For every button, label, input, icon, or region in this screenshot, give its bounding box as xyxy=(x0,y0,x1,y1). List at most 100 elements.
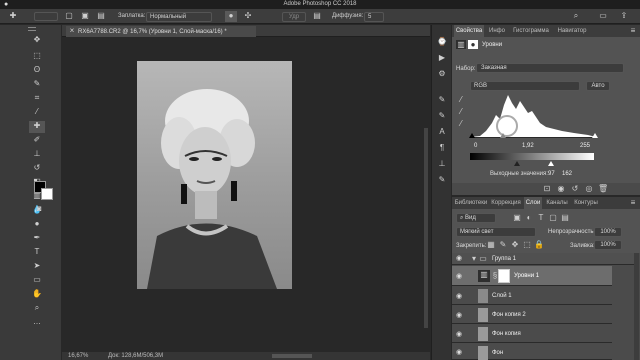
move-tool-icon[interactable]: ✥ xyxy=(29,35,45,47)
layer-row-bg[interactable]: ◉ Фон xyxy=(452,344,612,360)
chevron-down-icon[interactable]: ▾ xyxy=(470,254,478,264)
share-icon[interactable]: ⇪ xyxy=(618,11,630,21)
layers-scrollbar[interactable] xyxy=(634,253,639,360)
tab-histogram[interactable]: Гистограмма xyxy=(510,25,552,37)
black-point-eyedropper-icon[interactable]: ⁄ xyxy=(456,95,466,105)
history-brush-icon[interactable]: ↺ xyxy=(29,163,45,175)
lock-transparent-icon[interactable]: ▦ xyxy=(486,240,496,250)
history-icon[interactable]: ⌚ xyxy=(436,37,448,47)
auto-button[interactable]: Авто xyxy=(586,81,610,91)
adjustments-icon[interactable]: ⚙ xyxy=(436,69,448,79)
eye-icon[interactable]: ◉ xyxy=(456,348,462,356)
eye-icon[interactable]: ◉ xyxy=(456,254,462,262)
layer-mask-thumbnail[interactable] xyxy=(498,269,510,283)
canvas-area[interactable] xyxy=(62,38,430,352)
layer-kind-filter[interactable]: ⌕ Вид xyxy=(456,213,496,223)
input-white-slider[interactable] xyxy=(592,133,598,138)
fill-input[interactable]: 100% xyxy=(594,240,622,250)
clip-to-layer-icon[interactable]: ⊡ xyxy=(542,184,552,194)
pen-tool-icon[interactable]: ✒ xyxy=(29,233,45,245)
paragraph-icon[interactable]: ¶ xyxy=(436,143,448,153)
pattern-icon[interactable]: ✣ xyxy=(242,11,254,22)
healing-brush-icon[interactable]: ✚ xyxy=(29,121,45,133)
layers-menu-icon[interactable]: ≡ xyxy=(628,198,638,208)
zoom-level[interactable]: 16,67% xyxy=(68,352,88,360)
output-white-value[interactable]: 162 xyxy=(562,170,572,178)
tab-paths[interactable]: Контуры xyxy=(572,197,600,209)
crop-tool-icon[interactable]: ⌗ xyxy=(29,93,45,105)
panel-menu-icon[interactable]: ≡ xyxy=(628,26,638,36)
source-button[interactable]: Удр xyxy=(282,12,306,22)
white-point-eyedropper-icon[interactable]: ⁄ xyxy=(456,119,466,129)
type-tool-icon[interactable]: T xyxy=(29,247,45,259)
hand-tool-icon[interactable]: ✋ xyxy=(29,289,45,301)
input-slider-track[interactable] xyxy=(470,137,594,138)
subtract-selection-icon[interactable]: ▤ xyxy=(96,11,106,21)
layer-row-layer1[interactable]: ◉ Слой 1 xyxy=(452,287,612,305)
view-previous-icon[interactable]: ◉ xyxy=(556,184,566,194)
healing-brush-icon[interactable]: ✚ xyxy=(6,11,20,21)
canvas-scrollbar[interactable] xyxy=(424,128,428,328)
search-icon[interactable]: ⌕ xyxy=(570,11,582,21)
tab-channels[interactable]: Каналы xyxy=(544,197,570,209)
tool-presets-icon[interactable]: ✎ xyxy=(436,175,448,185)
filter-smart-icon[interactable]: ▤ xyxy=(560,213,570,223)
filter-pixel-icon[interactable]: ▣ xyxy=(512,213,522,223)
levels-histogram[interactable] xyxy=(470,93,596,137)
eye-icon[interactable]: ◉ xyxy=(456,272,462,280)
marquee-tool-icon[interactable]: ⬚ xyxy=(29,51,45,63)
eyedropper-tool-icon[interactable]: ⁄ xyxy=(29,107,45,119)
tab-info[interactable]: Инфо xyxy=(486,25,508,37)
output-black-slider[interactable] xyxy=(514,161,520,166)
input-white-value[interactable]: 255 xyxy=(580,142,590,150)
dodge-tool-icon[interactable]: ● xyxy=(29,219,45,231)
transparent-icon[interactable]: ▤ xyxy=(312,11,322,21)
layer-mask-icon[interactable]: ● xyxy=(468,40,478,49)
path-selection-icon[interactable]: ➤ xyxy=(29,261,45,273)
layer-row-bg-copy2[interactable]: ◉ Фон копия 2 xyxy=(452,306,612,324)
preset-select[interactable]: Заказная xyxy=(476,63,624,73)
reset-icon[interactable]: ↺ xyxy=(570,184,580,194)
lock-artboard-icon[interactable]: ⬚ xyxy=(522,240,532,250)
horizontal-scrollbar[interactable] xyxy=(272,354,312,358)
lasso-tool-icon[interactable]: ʘ xyxy=(29,65,45,77)
channel-select[interactable]: RGB xyxy=(470,81,580,91)
output-white-slider[interactable] xyxy=(548,161,554,166)
input-gamma-slider[interactable] xyxy=(500,133,506,138)
background-color-swatch[interactable] xyxy=(41,188,53,200)
filter-shape-icon[interactable]: ▢ xyxy=(548,213,558,223)
lock-all-icon[interactable]: 🔒 xyxy=(534,240,544,250)
layer-row-levels[interactable]: ◉ ▥ § Уровни 1 xyxy=(452,266,612,286)
trash-icon[interactable]: 🗑 xyxy=(598,184,608,194)
close-icon[interactable]: × xyxy=(68,26,76,36)
new-selection-icon[interactable]: ▢ xyxy=(64,11,74,21)
lock-pixels-icon[interactable]: ✎ xyxy=(498,240,508,250)
tab-layers[interactable]: Слои xyxy=(524,197,542,209)
actions-icon[interactable]: ▶ xyxy=(436,53,448,63)
shape-tool-icon[interactable]: ▭ xyxy=(29,275,45,287)
character-icon[interactable]: A xyxy=(436,127,448,137)
gray-point-eyedropper-icon[interactable]: ⁄ xyxy=(456,107,466,117)
clone-stamp-icon[interactable]: ⊥ xyxy=(29,149,45,161)
diffusion-select[interactable]: 5 xyxy=(364,12,384,22)
brush-tool-icon[interactable]: ✐ xyxy=(29,135,45,147)
tab-adjustments[interactable]: Коррекция xyxy=(490,197,522,209)
tab-navigator[interactable]: Навигатор xyxy=(554,25,590,37)
quick-select-icon[interactable]: ✎ xyxy=(29,79,45,91)
input-black-value[interactable]: 0 xyxy=(474,142,477,150)
output-black-value[interactable]: 97 xyxy=(548,170,555,178)
add-selection-icon[interactable]: ▣ xyxy=(80,11,90,21)
opacity-input[interactable]: 100% xyxy=(594,227,622,237)
quick-mask-icon[interactable]: ◙ xyxy=(33,204,45,214)
visibility-icon[interactable]: ◎ xyxy=(584,184,594,194)
brush-panel-icon[interactable]: ✎ xyxy=(436,95,448,105)
more-tools-icon[interactable]: … xyxy=(29,317,45,329)
brush-settings-icon[interactable]: ✎ xyxy=(436,111,448,121)
document-tab[interactable]: × RX6A7788.CR2 @ 16,7% (Уровни 1, Слой-м… xyxy=(66,26,256,37)
tab-libraries[interactable]: Библиотеки xyxy=(454,197,488,209)
tab-properties[interactable]: Свойства xyxy=(454,25,484,37)
layer-row-group[interactable]: ◉ ▾ ▭ Группа 1 xyxy=(452,253,636,265)
clone-source-icon[interactable]: ⊥ xyxy=(436,159,448,169)
eye-icon[interactable]: ◉ xyxy=(456,330,462,338)
layer-row-bg-copy[interactable]: ◉ Фон копия xyxy=(452,325,612,343)
